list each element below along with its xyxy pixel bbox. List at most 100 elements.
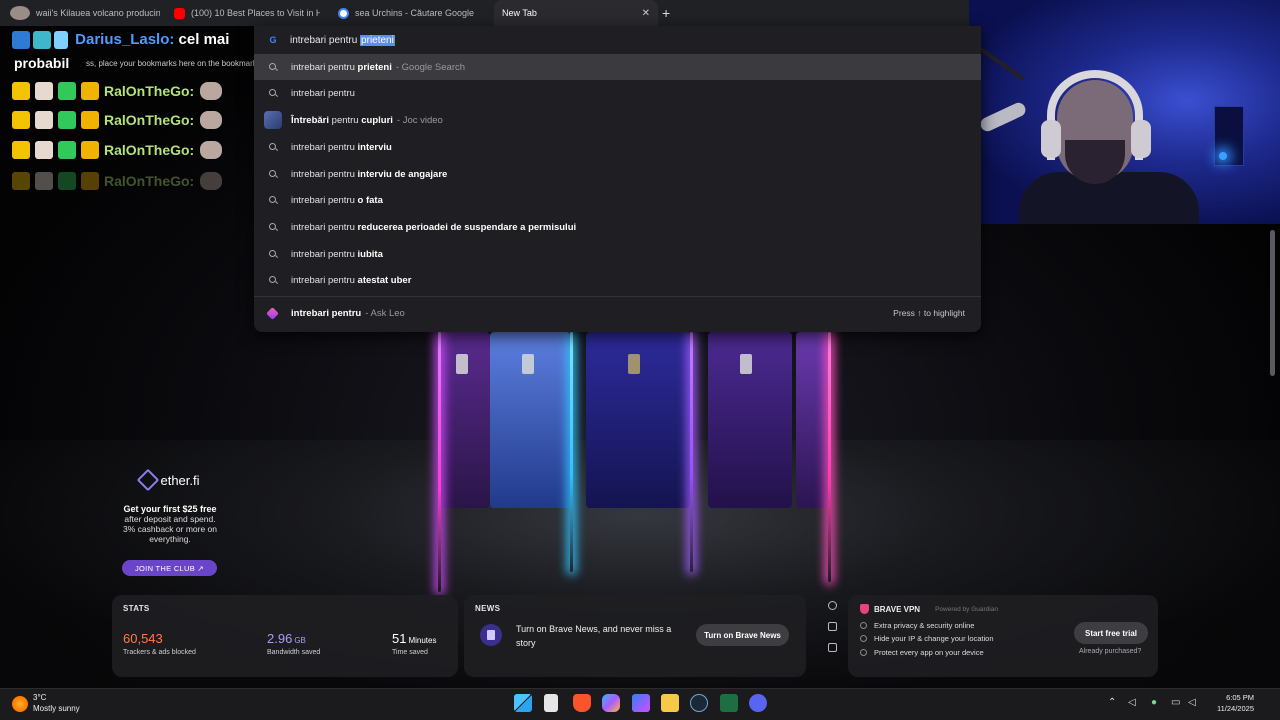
suggestion-row[interactable]: Întrebări pentru cupluri - Joc video [254,107,981,133]
join-the-club-button[interactable]: JOIN THE CLUB ↗ [122,560,217,576]
bits-badge-icon [81,141,99,159]
typed-text: intrebari pentru [290,34,361,46]
emote-badge-icon [35,82,53,100]
gift-badge-icon [58,111,76,129]
omnibox-dropdown: G intrebari pentru prieteni intrebari pe… [254,26,981,332]
speaker-icon[interactable]: ◁ [1188,697,1196,708]
chat-badge-icon [33,31,51,50]
bits-badge-icon [81,82,99,100]
news-icon [480,624,502,646]
discord-icon[interactable] [749,694,767,712]
highlight-hint: Press ↑ to highlight [893,308,965,318]
weather-widget[interactable]: 3°C Mostly sunny [33,692,80,714]
tab-title: New Tab [502,8,537,18]
msstore-icon[interactable] [632,694,650,712]
search-icon [268,195,278,205]
suggestion-row[interactable]: intrebari pentru o fata [254,187,981,213]
hero-card-2 [490,332,570,508]
microphone [978,100,1028,134]
address-bar-input[interactable]: G intrebari pentru prieteni [254,26,981,54]
youtube-icon [174,7,185,19]
chat-line-ral-1: RalOnTheGo: [12,80,223,102]
tab-volcano[interactable]: waii's Kilauea volcano producing f [10,0,160,26]
headphone-cup-right [1131,120,1151,158]
chat-username: Darius_Laslo: [75,31,175,48]
search-icon [268,222,278,232]
stats-title: STATS [123,604,150,613]
hero-card-3 [586,332,690,508]
hero-card-1 [438,332,490,508]
neon-glow-3 [690,332,693,572]
emote-icon [200,111,223,129]
emote-icon [200,82,223,100]
time-label: Time saved [392,649,428,656]
emote-icon [200,172,223,190]
emote-icon [200,141,223,159]
chat-username: RalOnTheGo: [104,112,195,128]
turn-on-brave-news-button[interactable]: Turn on Brave News [696,624,789,646]
new-tab-button[interactable]: + [662,5,670,21]
gift-badge-icon [58,141,76,159]
suggestion-row[interactable]: intrebari pentru atestat uber [254,267,981,293]
emote-badge-icon [35,141,53,159]
windows-start-icon[interactable] [514,694,532,712]
folder-icon[interactable] [661,694,679,712]
chat-username: RalOnTheGo: [104,142,195,158]
suggestion-row[interactable]: intrebari pentru reducerea perioadei de … [254,214,981,240]
suggestion-row[interactable]: intrebari pentru interviu de angajare [254,161,981,187]
widget-switcher [818,595,846,677]
bandwidth-label: Bandwidth saved [267,649,321,656]
steam-icon[interactable] [690,694,708,712]
emote-badge-icon [35,111,53,129]
volume-icon[interactable]: ◁ [1128,697,1136,708]
talon-icon[interactable] [827,622,837,631]
chat-badge-icon [12,31,30,50]
clock[interactable]: 6:05 PM 11/24/2025 [1208,692,1254,714]
gift-badge-icon [58,82,76,100]
start-free-trial-button[interactable]: Start free trial [1074,622,1148,644]
screen: waii's Kilauea volcano producing f (100)… [0,0,1280,720]
tray-overflow-icon[interactable]: ⌃ [1108,697,1116,708]
sponsored-ad[interactable]: ether.fi Get your first $25 free after d… [118,466,222,544]
vpn-powered-by: Powered by Guardian [935,605,998,613]
chat-icon[interactable] [827,643,837,652]
tab-hawaii[interactable]: (100) 10 Best Places to Visit in Hawaii [174,0,320,26]
page-scrollbar[interactable] [1270,230,1275,376]
crown-badge-icon [12,111,30,129]
file-icon[interactable] [544,694,558,712]
hero-card-4 [708,332,792,508]
omnibox-divider [254,296,981,297]
shield-icon[interactable] [827,601,837,610]
trackers-value: 60,543 [123,631,163,646]
chat-message-text: cel mai [178,31,230,48]
suggestion-row[interactable]: intrebari pentru [254,80,981,106]
webcam-overlay [969,0,1280,224]
weather-icon[interactable] [12,696,28,712]
mic-icon[interactable]: ● [1151,697,1157,708]
excel-icon[interactable] [720,694,738,712]
search-icon [268,169,278,179]
already-purchased-link[interactable]: Already purchased? [1079,648,1141,655]
profile-avatar-icon [10,6,30,20]
gift-badge-icon [58,172,76,190]
suggestion-row[interactable]: intrebari pentru iubita [254,241,981,267]
crown-badge-icon [12,82,30,100]
tab-new-tab[interactable]: New Tab ✕ [494,0,658,26]
copilot-icon[interactable] [602,694,620,712]
chat-message-line2: probabil [12,55,72,71]
ask-leo-row[interactable]: intrebari pentru - Ask Leo Press ↑ to hig… [254,300,981,326]
ad-headline: Get your first $25 free [123,504,217,514]
search-icon [268,249,278,259]
search-icon [268,62,278,72]
close-tab-icon[interactable]: ✕ [642,8,650,19]
neon-glow-4 [828,332,831,582]
suggestion-row[interactable]: intrebari pentru prieteni - Google Search [254,54,981,80]
network-icon[interactable]: ▭ [1171,697,1180,708]
news-text: Turn on Brave News, and never miss a sto… [516,624,672,648]
chat-line-ral-4: RalOnTheGo: [12,170,223,192]
brave-icon[interactable] [573,694,591,712]
tab-title: waii's Kilauea volcano producing f [36,8,160,18]
suggestion-row[interactable]: intrebari pentru interviu [254,134,981,160]
tab-sea-urchins[interactable]: sea Urchins - Căutare Google [338,0,488,26]
search-icon [268,275,278,285]
